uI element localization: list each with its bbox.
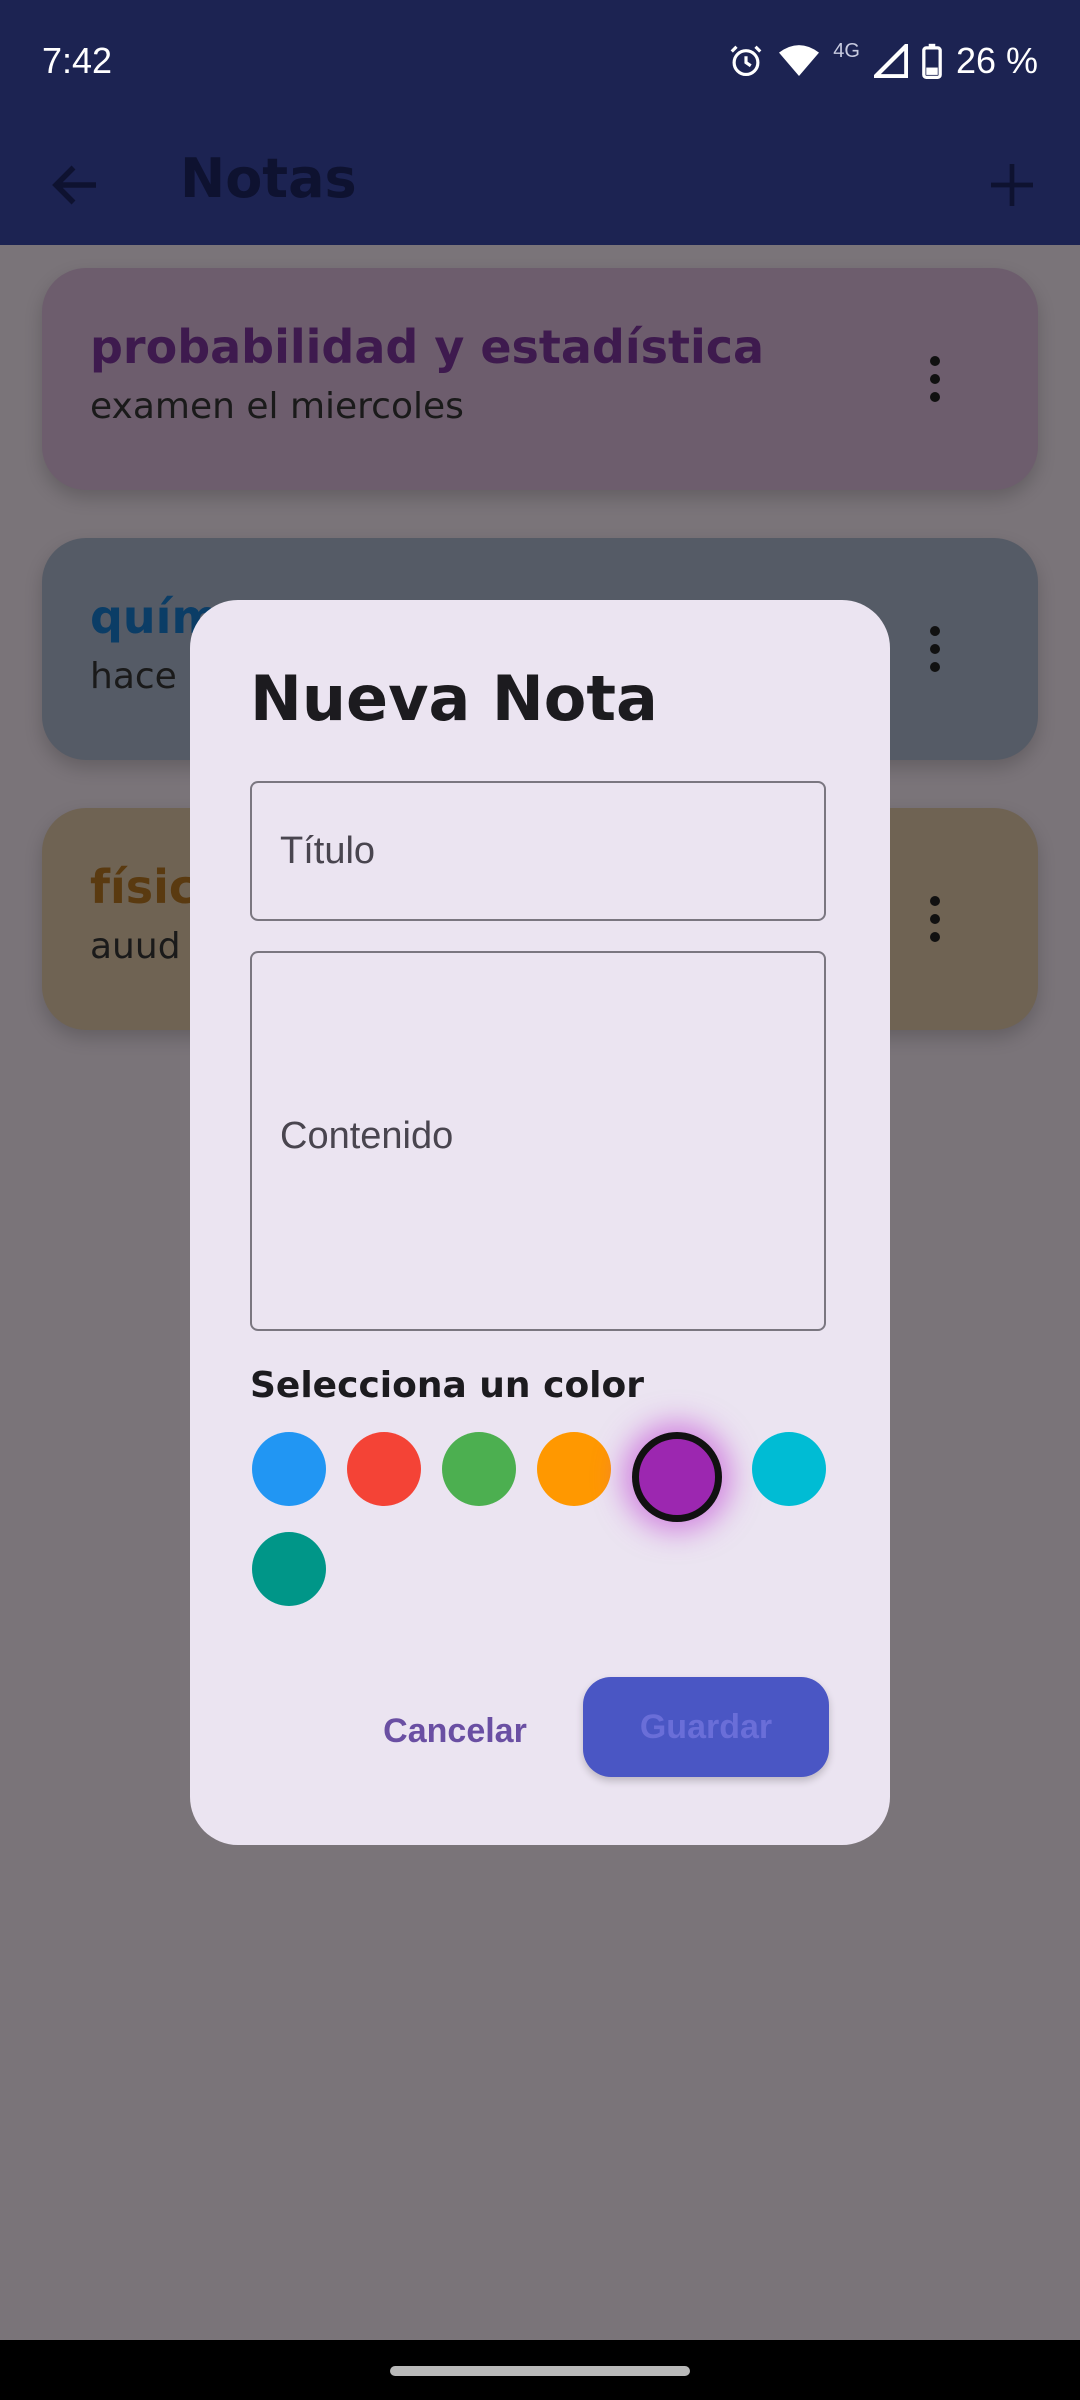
title-field[interactable] [250,781,826,921]
wifi-icon [779,44,820,78]
color-swatch-cyan[interactable] [752,1432,826,1506]
status-bar: 7:42 4G 26 % [0,0,1080,125]
color-swatch-orange[interactable] [537,1432,611,1506]
more-options-icon[interactable] [928,626,942,676]
cancel-button[interactable]: Cancelar [365,1700,545,1760]
more-options-icon[interactable] [928,356,942,406]
new-note-dialog: Nueva Nota Selecciona un color Cancelar … [190,600,890,1845]
color-swatch-blue[interactable] [252,1432,326,1506]
note-content: auud [90,926,181,967]
note-content: examen el miercoles [90,386,464,427]
app-bar: Notas [0,125,1080,245]
page-title: Notas [180,147,357,210]
status-time: 7:42 [42,40,113,81]
note-card[interactable]: probabilidad y estadística examen el mie… [42,268,1038,490]
back-arrow-icon[interactable] [46,155,106,215]
signal-icon [873,44,908,78]
color-swatch-red[interactable] [347,1432,421,1506]
note-title: físic [90,860,197,914]
status-icons: 4G 26 % [727,40,1038,82]
title-input[interactable] [252,783,824,919]
color-swatch-teal[interactable] [252,1532,326,1606]
color-swatch-green[interactable] [442,1432,516,1506]
note-content: hace [90,656,177,697]
dialog-title: Nueva Nota [250,662,658,735]
color-swatch-purple-selected[interactable] [632,1432,722,1522]
color-picker-label: Selecciona un color [250,1365,644,1406]
battery-percentage: 26 % [955,40,1038,81]
note-title: probabilidad y estadística [90,320,765,374]
content-field[interactable] [250,951,826,1331]
network-type-label: 4G [833,39,860,62]
alarm-icon [727,42,765,80]
add-icon[interactable] [984,157,1040,213]
more-options-icon[interactable] [928,896,942,946]
content-input[interactable] [252,953,824,1329]
navigation-bar [0,2340,1080,2400]
home-gesture-handle[interactable] [390,2366,690,2376]
battery-icon [922,43,942,79]
save-button[interactable]: Guardar [583,1677,829,1777]
